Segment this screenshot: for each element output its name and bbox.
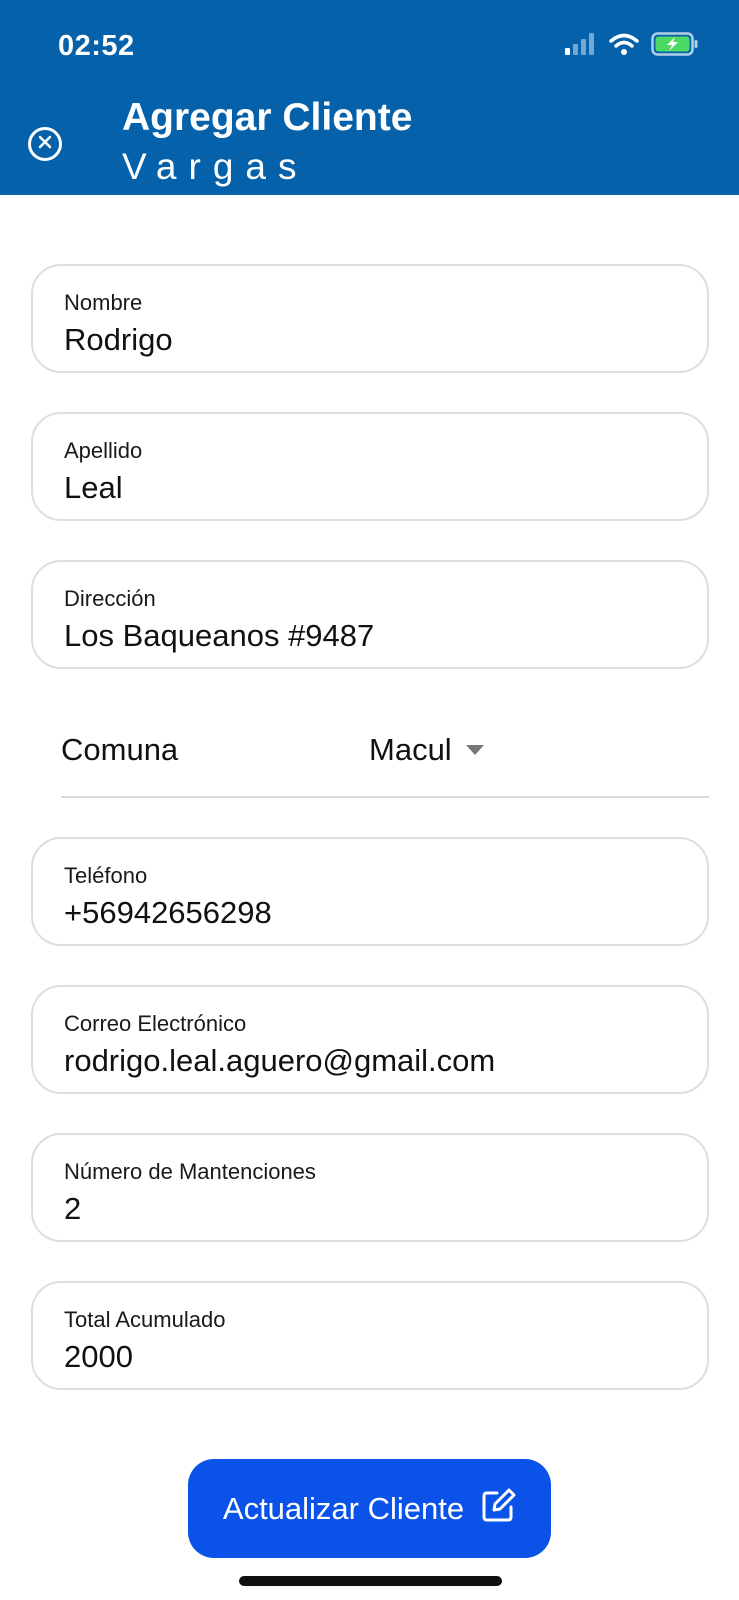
direccion-input[interactable]: Los Baqueanos #9487 bbox=[64, 618, 684, 654]
correo-label: Correo Electrónico bbox=[64, 1011, 247, 1036]
update-client-button[interactable]: Actualizar Cliente bbox=[188, 1459, 551, 1558]
comuna-row: Comuna Macul bbox=[61, 702, 709, 798]
nombre-label: Nombre bbox=[64, 290, 143, 315]
comuna-selected-value: Macul bbox=[369, 732, 452, 767]
comuna-label: Comuna bbox=[61, 732, 179, 767]
screen: 02:52 Agregar Cliente Vargas Nombre Rodr… bbox=[0, 0, 739, 1600]
telefono-field[interactable]: Teléfono +56942656298 bbox=[31, 837, 709, 946]
correo-input[interactable]: rodrigo.leal.aguero@gmail.com bbox=[64, 1043, 684, 1079]
edit-icon bbox=[480, 1488, 516, 1529]
caret-down-icon bbox=[465, 745, 484, 755]
cellular-signal-icon bbox=[565, 33, 597, 60]
close-button[interactable] bbox=[28, 127, 62, 161]
total-input[interactable]: 2000 bbox=[64, 1339, 684, 1375]
total-label: Total Acumulado bbox=[64, 1307, 226, 1332]
telefono-input[interactable]: +56942656298 bbox=[64, 895, 684, 931]
status-time: 02:52 bbox=[58, 30, 135, 62]
close-circle-icon bbox=[37, 134, 53, 155]
page-title: Agregar Cliente bbox=[122, 96, 413, 139]
apellido-label: Apellido bbox=[64, 438, 143, 463]
nombre-input[interactable]: Rodrigo bbox=[64, 322, 684, 358]
update-client-label: Actualizar Cliente bbox=[222, 1490, 465, 1526]
telefono-label: Teléfono bbox=[64, 863, 148, 888]
nombre-field[interactable]: Nombre Rodrigo bbox=[31, 264, 709, 373]
home-indicator[interactable] bbox=[239, 1576, 502, 1586]
mantenciones-input[interactable]: 2 bbox=[64, 1191, 684, 1227]
app-header: 02:52 Agregar Cliente Vargas bbox=[0, 0, 739, 195]
mantenciones-field[interactable]: Número de Mantenciones 2 bbox=[31, 1133, 709, 1242]
direccion-field[interactable]: Dirección Los Baqueanos #9487 bbox=[31, 560, 709, 669]
correo-field[interactable]: Correo Electrónico rodrigo.leal.aguero@g… bbox=[31, 985, 709, 1094]
total-field[interactable]: Total Acumulado 2000 bbox=[31, 1281, 709, 1390]
wifi-icon bbox=[609, 33, 639, 60]
apellido-field[interactable]: Apellido Leal bbox=[31, 412, 709, 521]
page-subtitle: Vargas bbox=[122, 146, 309, 187]
comuna-dropdown[interactable]: Macul bbox=[369, 732, 484, 768]
status-icons bbox=[565, 32, 699, 61]
direccion-label: Dirección bbox=[64, 586, 156, 611]
mantenciones-label: Número de Mantenciones bbox=[64, 1159, 316, 1184]
apellido-input[interactable]: Leal bbox=[64, 470, 684, 506]
battery-charging-icon bbox=[651, 32, 699, 61]
